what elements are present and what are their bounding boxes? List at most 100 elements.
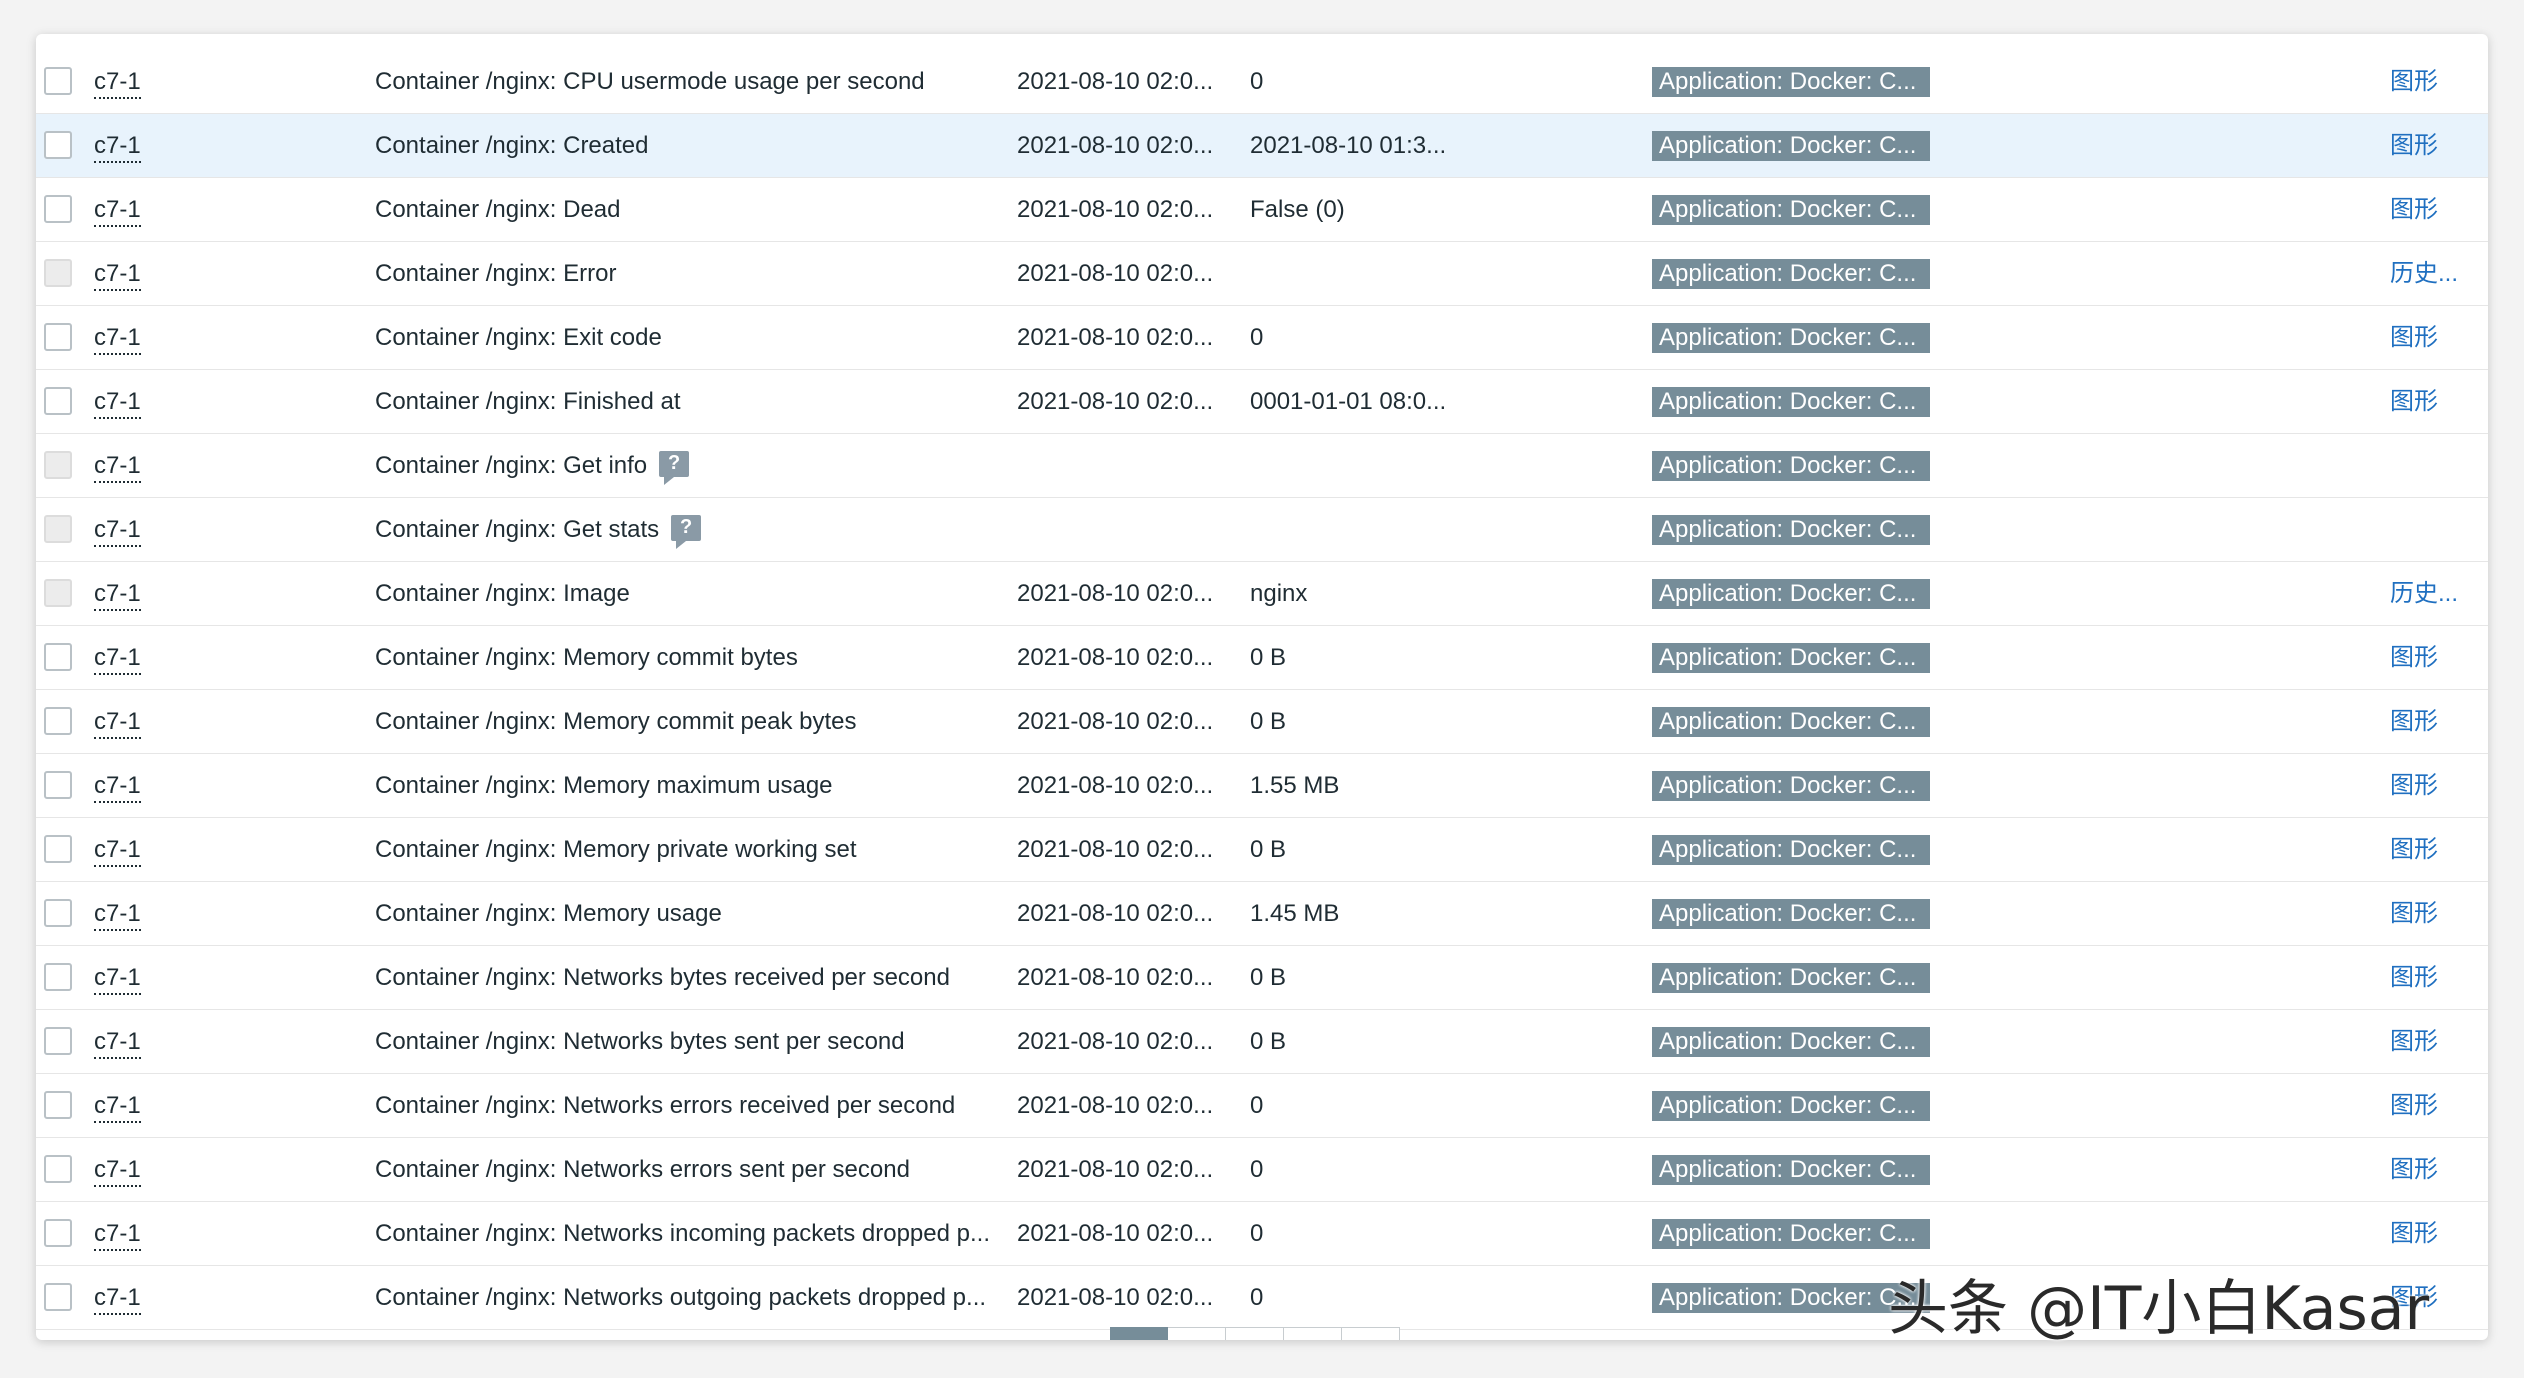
- application-tag[interactable]: Application: Docker: C...: [1652, 67, 1930, 97]
- host-link[interactable]: c7-1: [94, 260, 141, 291]
- host-link[interactable]: c7-1: [94, 324, 141, 355]
- row-checkbox[interactable]: [44, 1027, 72, 1055]
- graph-link[interactable]: 图形: [2390, 306, 2470, 369]
- application-tag[interactable]: Application: Docker: C...: [1652, 707, 1930, 737]
- item-name: Container /nginx: Memory commit bytes: [375, 626, 1035, 689]
- host-link[interactable]: c7-1: [94, 452, 141, 483]
- graph-link[interactable]: 历史...: [2390, 242, 2470, 305]
- graph-link[interactable]: [2390, 498, 2470, 561]
- graph-link[interactable]: 历史...: [2390, 562, 2470, 625]
- table-row: c7-1 Container /nginx: Memory private wor…: [36, 818, 2488, 882]
- host-link[interactable]: c7-1: [94, 644, 141, 675]
- host-link[interactable]: c7-1: [94, 1028, 141, 1059]
- host-link[interactable]: c7-1: [94, 836, 141, 867]
- application-tag[interactable]: Application: Docker: C...: [1652, 1027, 1930, 1057]
- application-tag[interactable]: Application: Docker: C...: [1652, 195, 1930, 225]
- row-checkbox[interactable]: [44, 195, 72, 223]
- host-link[interactable]: c7-1: [94, 1092, 141, 1123]
- item-name: Container /nginx: Exit code: [375, 306, 1035, 369]
- row-checkbox[interactable]: [44, 1091, 72, 1119]
- host-link[interactable]: c7-1: [94, 388, 141, 419]
- row-checkbox[interactable]: [44, 131, 72, 159]
- host-link[interactable]: c7-1: [94, 708, 141, 739]
- application-tag[interactable]: Application: Docker: C...: [1652, 771, 1930, 801]
- item-name-text: Container /nginx: Networks bytes receive…: [375, 964, 950, 991]
- application-tag[interactable]: Application: Docker: C...: [1652, 963, 1930, 993]
- help-icon[interactable]: ?: [671, 514, 702, 549]
- last-check-time: 2021-08-10 02:0...: [1017, 900, 1214, 927]
- help-icon[interactable]: ?: [659, 450, 690, 485]
- graph-link[interactable]: 图形: [2390, 1074, 2470, 1137]
- graph-link[interactable]: 图形: [2390, 690, 2470, 753]
- item-name: Container /nginx: Networks bytes sent pe…: [375, 1010, 1035, 1073]
- graph-link[interactable]: 图形: [2390, 114, 2470, 177]
- graph-link[interactable]: 图形: [2390, 370, 2470, 433]
- last-check-time: 2021-08-10 02:0...: [1017, 1284, 1214, 1311]
- graph-link[interactable]: 图形: [2390, 178, 2470, 241]
- host-link[interactable]: c7-1: [94, 516, 141, 547]
- graph-link[interactable]: 图形: [2390, 1138, 2470, 1201]
- row-checkbox[interactable]: [44, 323, 72, 351]
- last-check-time: 2021-08-10 02:0...: [1017, 68, 1214, 95]
- host-link[interactable]: c7-1: [94, 68, 141, 99]
- row-checkbox[interactable]: [44, 643, 72, 671]
- application-tag[interactable]: Application: Docker: C...: [1652, 387, 1930, 417]
- item-name: Container /nginx: Memory private working…: [375, 818, 1035, 881]
- graph-link[interactable]: 图形: [2390, 754, 2470, 817]
- graph-link[interactable]: 图形: [2390, 946, 2470, 1009]
- item-name: Container /nginx: Networks errors receiv…: [375, 1074, 1035, 1137]
- item-name: Container /nginx: Error: [375, 242, 1035, 305]
- row-checkbox[interactable]: [44, 387, 72, 415]
- pagination-page-5[interactable]: [1342, 1327, 1400, 1340]
- last-check-time: 2021-08-10 02:0...: [1017, 260, 1214, 287]
- item-name-text: Container /nginx: Memory commit bytes: [375, 644, 798, 671]
- row-checkbox[interactable]: [44, 963, 72, 991]
- application-tag[interactable]: Application: Docker: C...: [1652, 579, 1930, 609]
- host-link[interactable]: c7-1: [94, 196, 141, 227]
- application-tag[interactable]: Application: Docker: C...: [1652, 131, 1930, 161]
- pagination-page-4[interactable]: [1284, 1327, 1342, 1340]
- host-link[interactable]: c7-1: [94, 1284, 141, 1315]
- graph-link[interactable]: 图形: [2390, 1010, 2470, 1073]
- row-checkbox[interactable]: [44, 67, 72, 95]
- table-row: c7-1 Container /nginx: Networks bytes sen…: [36, 1010, 2488, 1074]
- row-checkbox[interactable]: [44, 899, 72, 927]
- host-link[interactable]: c7-1: [94, 964, 141, 995]
- last-value: [1250, 498, 1460, 561]
- pagination-page-1[interactable]: [1110, 1327, 1168, 1340]
- table-row: c7-1 Container /nginx: Networks incoming …: [36, 1202, 2488, 1266]
- application-tag[interactable]: Application: Docker: C...: [1652, 643, 1930, 673]
- item-name-text: Container /nginx: Networks bytes sent pe…: [375, 1028, 905, 1055]
- application-tag[interactable]: Application: Docker: C...: [1652, 1155, 1930, 1185]
- graph-link[interactable]: 图形: [2390, 626, 2470, 689]
- application-tag[interactable]: Application: Docker: C...: [1652, 835, 1930, 865]
- application-tag[interactable]: Application: Docker: C...: [1652, 515, 1930, 545]
- application-tag[interactable]: Application: Docker: C...: [1652, 1219, 1930, 1249]
- graph-link[interactable]: 图形: [2390, 50, 2470, 113]
- host-link[interactable]: c7-1: [94, 900, 141, 931]
- row-checkbox[interactable]: [44, 1283, 72, 1311]
- host-link[interactable]: c7-1: [94, 772, 141, 803]
- graph-link[interactable]: [2390, 434, 2470, 497]
- item-name: Container /nginx: Networks incoming pack…: [375, 1202, 1035, 1265]
- application-tag[interactable]: Application: Docker: C...: [1652, 451, 1930, 481]
- application-tag[interactable]: Application: Docker: C...: [1652, 323, 1930, 353]
- application-tag[interactable]: Application: Docker: C...: [1652, 259, 1930, 289]
- graph-link[interactable]: 图形: [2390, 882, 2470, 945]
- host-link[interactable]: c7-1: [94, 580, 141, 611]
- graph-link[interactable]: 图形: [2390, 1202, 2470, 1265]
- row-checkbox[interactable]: [44, 1219, 72, 1247]
- row-checkbox[interactable]: [44, 835, 72, 863]
- item-name: Container /nginx: CPU usermode usage per…: [375, 50, 1035, 113]
- row-checkbox[interactable]: [44, 1155, 72, 1183]
- application-tag[interactable]: Application: Docker: C...: [1652, 1091, 1930, 1121]
- graph-link[interactable]: 图形: [2390, 818, 2470, 881]
- row-checkbox[interactable]: [44, 707, 72, 735]
- host-link[interactable]: c7-1: [94, 132, 141, 163]
- host-link[interactable]: c7-1: [94, 1220, 141, 1251]
- pagination-page-2[interactable]: [1168, 1327, 1226, 1340]
- pagination-page-3[interactable]: [1226, 1327, 1284, 1340]
- host-link[interactable]: c7-1: [94, 1156, 141, 1187]
- row-checkbox[interactable]: [44, 771, 72, 799]
- application-tag[interactable]: Application: Docker: C...: [1652, 899, 1930, 929]
